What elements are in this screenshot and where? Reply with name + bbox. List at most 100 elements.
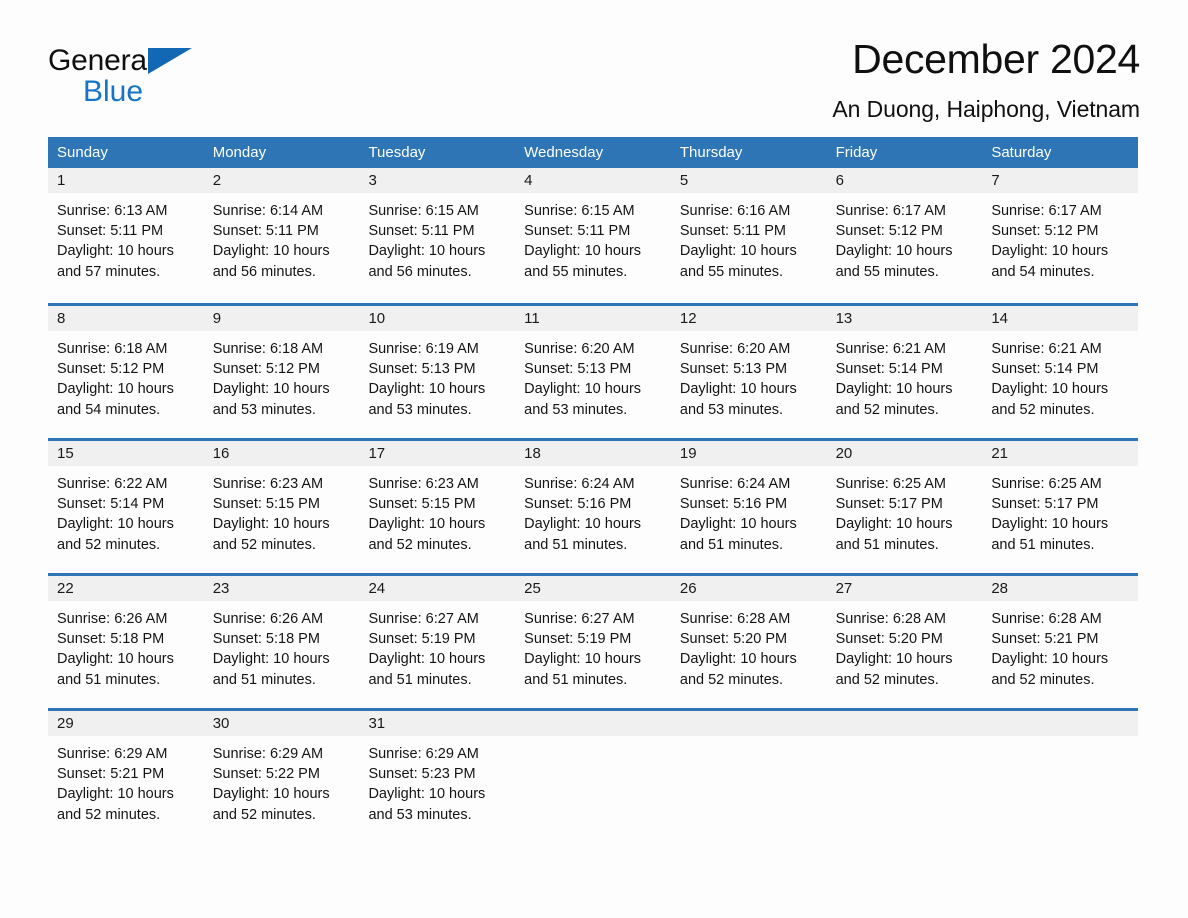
daylight-text: Daylight: 10 hours and 55 minutes. <box>524 243 642 280</box>
sunrise-text: Sunrise: 6:18 AM <box>212 341 324 357</box>
calendar-day-cell[interactable]: 26 Sunrise: 6:28 AM Sunset: 5:20 PM Dayligh… <box>670 576 827 708</box>
day-details: Sunrise: 6:29 AM Sunset: 5:23 PM Daylight:… <box>359 736 515 825</box>
calendar-day-cell[interactable]: 14 Sunrise: 6:21 AM Sunset: 5:14 PM Dayligh… <box>982 306 1139 438</box>
calendar-day-cell[interactable]: 31 Sunrise: 6:29 AM Sunset: 5:23 PM Dayligh… <box>359 711 516 843</box>
calendar-day-cell[interactable]: 4 Sunrise: 6:15 AM Sunset: 5:11 PM Daylight… <box>515 168 671 303</box>
day-details: Sunrise: 6:21 AM Sunset: 5:14 PM Daylight:… <box>827 331 983 420</box>
day-details: Sunrise: 6:23 AM Sunset: 5:15 PM Daylight:… <box>204 466 360 555</box>
day-number: 22 <box>48 576 204 601</box>
day-number: 27 <box>826 576 983 601</box>
sunset-text: Sunset: 5:20 PM <box>835 631 943 648</box>
daylight-text: Daylight: 10 hours and 52 minutes. <box>57 516 174 553</box>
day-number: 30 <box>203 711 360 736</box>
calendar-day-cell[interactable]: 19 Sunrise: 6:24 AM Sunset: 5:16 PM Dayligh… <box>670 441 827 573</box>
sunset-text: Sunset: 5:17 PM <box>991 496 1099 513</box>
calendar-day-cell[interactable]: 12 Sunrise: 6:20 AM Sunset: 5:13 PM Dayligh… <box>670 306 827 438</box>
calendar-day-cell[interactable]: 15 Sunrise: 6:22 AM Sunset: 5:14 PM Dayligh… <box>48 441 204 573</box>
daylight-text: Daylight: 10 hours and 52 minutes. <box>991 381 1109 418</box>
weekday-header-friday: Friday <box>835 144 878 161</box>
location-subtitle: An Duong, Haiphong, Vietnam <box>832 96 1140 123</box>
day-number: 20 <box>826 441 983 466</box>
calendar-day-cell[interactable]: 25 Sunrise: 6:27 AM Sunset: 5:19 PM Dayligh… <box>515 576 671 708</box>
day-number: 29 <box>48 711 204 736</box>
day-details: Sunrise: 6:15 AM Sunset: 5:11 PM Daylight:… <box>359 193 515 282</box>
calendar-day-cell[interactable]: 9 Sunrise: 6:18 AM Sunset: 5:12 PM Daylight… <box>203 306 360 438</box>
daylight-text: Daylight: 10 hours and 57 minutes. <box>57 243 174 280</box>
calendar-day-cell[interactable]: 5 Sunrise: 6:16 AM Sunset: 5:11 PM Daylight… <box>670 168 827 303</box>
calendar-day-cell[interactable]: 17 Sunrise: 6:23 AM Sunset: 5:15 PM Dayligh… <box>359 441 516 573</box>
day-number: 25 <box>515 576 671 601</box>
calendar-day-cell[interactable]: 29 Sunrise: 6:29 AM Sunset: 5:21 PM Dayligh… <box>48 711 204 843</box>
calendar-day-cell[interactable]: 3 Sunrise: 6:15 AM Sunset: 5:11 PM Daylight… <box>359 168 516 303</box>
calendar-day-cell[interactable]: 11 Sunrise: 6:20 AM Sunset: 5:13 PM Dayligh… <box>515 306 671 438</box>
sunset-text: Sunset: 5:13 PM <box>679 361 788 378</box>
calendar-empty-cell <box>670 711 827 843</box>
sunrise-text: Sunrise: 6:26 AM <box>57 611 168 627</box>
day-number: 8 <box>48 306 204 331</box>
sunset-text: Sunset: 5:14 PM <box>991 361 1099 378</box>
sunrise-text: Sunrise: 6:28 AM <box>991 611 1102 627</box>
sunrise-text: Sunrise: 6:22 AM <box>57 476 168 492</box>
calendar-day-cell[interactable]: 22 Sunrise: 6:26 AM Sunset: 5:18 PM Dayligh… <box>48 576 204 708</box>
day-details: Sunrise: 6:26 AM Sunset: 5:18 PM Daylight:… <box>204 601 360 690</box>
day-number <box>515 711 671 736</box>
calendar-grid: Sunday Monday Tuesday Wednesday Thursday… <box>48 137 1139 843</box>
calendar-day-cell[interactable]: 28 Sunrise: 6:28 AM Sunset: 5:21 PM Dayligh… <box>982 576 1139 708</box>
calendar-day-cell[interactable]: 10 Sunrise: 6:19 AM Sunset: 5:13 PM Dayligh… <box>359 306 516 438</box>
sunrise-text: Sunrise: 6:20 AM <box>679 341 791 357</box>
calendar-empty-cell <box>515 711 671 843</box>
sunset-text: Sunset: 5:18 PM <box>212 631 320 648</box>
sunrise-text: Sunrise: 6:27 AM <box>524 611 635 627</box>
day-details: Sunrise: 6:24 AM Sunset: 5:16 PM Daylight:… <box>671 466 827 555</box>
calendar-day-cell[interactable]: 13 Sunrise: 6:21 AM Sunset: 5:14 PM Dayligh… <box>826 306 983 438</box>
calendar-day-cell[interactable]: 16 Sunrise: 6:23 AM Sunset: 5:15 PM Dayligh… <box>203 441 360 573</box>
sunrise-text: Sunrise: 6:25 AM <box>835 476 947 492</box>
day-details: Sunrise: 6:18 AM Sunset: 5:12 PM Daylight:… <box>204 331 360 420</box>
calendar-day-cell[interactable]: 2 Sunrise: 6:14 AM Sunset: 5:11 PM Daylight… <box>203 168 360 303</box>
day-details: Sunrise: 6:19 AM Sunset: 5:13 PM Daylight:… <box>359 331 515 420</box>
daylight-text: Daylight: 10 hours and 53 minutes. <box>524 381 642 418</box>
day-number: 31 <box>359 711 516 736</box>
sunset-text: Sunset: 5:12 PM <box>835 223 943 240</box>
brand-logo[interactable]: General Blue <box>48 46 198 108</box>
daylight-text: Daylight: 10 hours and 52 minutes. <box>835 651 953 688</box>
day-details: Sunrise: 6:25 AM Sunset: 5:17 PM Daylight:… <box>982 466 1138 555</box>
day-number <box>670 711 827 736</box>
daylight-text: Daylight: 10 hours and 52 minutes. <box>368 516 486 553</box>
calendar-day-cell[interactable]: 24 Sunrise: 6:27 AM Sunset: 5:19 PM Dayligh… <box>359 576 516 708</box>
daylight-text: Daylight: 10 hours and 56 minutes. <box>212 243 330 280</box>
calendar-day-cell[interactable]: 1 Sunrise: 6:13 AM Sunset: 5:11 PM Daylight… <box>48 168 204 303</box>
sunrise-text: Sunrise: 6:23 AM <box>368 476 479 492</box>
calendar-day-cell[interactable]: 21 Sunrise: 6:25 AM Sunset: 5:17 PM Dayligh… <box>982 441 1139 573</box>
calendar-day-cell[interactable]: 20 Sunrise: 6:25 AM Sunset: 5:17 PM Dayligh… <box>826 441 983 573</box>
triangle-flag-icon <box>148 48 192 74</box>
calendar-day-cell[interactable]: 18 Sunrise: 6:24 AM Sunset: 5:16 PM Dayligh… <box>515 441 671 573</box>
daylight-text: Daylight: 10 hours and 56 minutes. <box>368 243 486 280</box>
calendar-day-cell[interactable]: 7 Sunrise: 6:17 AM Sunset: 5:12 PM Daylight… <box>982 168 1139 303</box>
sunset-text: Sunset: 5:19 PM <box>524 631 632 648</box>
calendar-day-cell[interactable]: 23 Sunrise: 6:26 AM Sunset: 5:18 PM Dayligh… <box>203 576 360 708</box>
calendar-day-cell[interactable]: 30 Sunrise: 6:29 AM Sunset: 5:22 PM Dayligh… <box>203 711 360 843</box>
day-details: Sunrise: 6:29 AM Sunset: 5:21 PM Daylight:… <box>48 736 204 825</box>
daylight-text: Daylight: 10 hours and 52 minutes. <box>991 651 1109 688</box>
sunset-text: Sunset: 5:11 PM <box>679 223 786 240</box>
day-number: 10 <box>359 306 516 331</box>
sunset-text: Sunset: 5:23 PM <box>368 766 476 783</box>
brand-name-blue: Blue <box>83 75 144 108</box>
daylight-text: Daylight: 10 hours and 55 minutes. <box>679 243 797 280</box>
day-number: 26 <box>670 576 827 601</box>
sunset-text: Sunset: 5:22 PM <box>212 766 320 783</box>
calendar-day-cell[interactable]: 8 Sunrise: 6:18 AM Sunset: 5:12 PM Daylight… <box>48 306 204 438</box>
calendar-week-row: 8 Sunrise: 6:18 AM Sunset: 5:12 PM Daylight… <box>48 303 1139 438</box>
calendar-week-row: 29 Sunrise: 6:29 AM Sunset: 5:21 PM Dayligh… <box>48 708 1139 843</box>
calendar-day-cell[interactable]: 6 Sunrise: 6:17 AM Sunset: 5:12 PM Daylight… <box>826 168 983 303</box>
calendar-empty-cell <box>826 711 983 843</box>
calendar-day-cell[interactable]: 27 Sunrise: 6:28 AM Sunset: 5:20 PM Dayligh… <box>826 576 983 708</box>
day-details: Sunrise: 6:27 AM Sunset: 5:19 PM Daylight:… <box>515 601 671 690</box>
sunset-text: Sunset: 5:21 PM <box>57 766 165 783</box>
daylight-text: Daylight: 10 hours and 54 minutes. <box>991 243 1109 280</box>
day-number: 19 <box>670 441 827 466</box>
day-details: Sunrise: 6:24 AM Sunset: 5:16 PM Daylight:… <box>515 466 671 555</box>
day-number: 16 <box>203 441 360 466</box>
day-details: Sunrise: 6:28 AM Sunset: 5:21 PM Daylight:… <box>982 601 1138 690</box>
